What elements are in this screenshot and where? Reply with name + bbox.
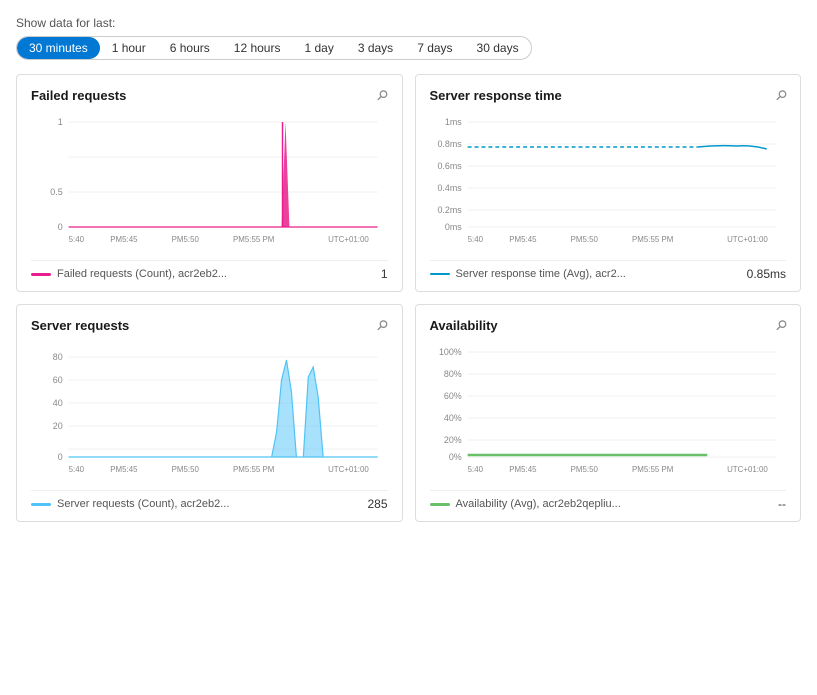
svg-text:5:40: 5:40	[69, 465, 85, 474]
server-requests-legend: Server requests (Count), acr2eb2... 285	[31, 490, 388, 511]
time-btn-30min[interactable]: 30 minutes	[17, 37, 100, 59]
svg-text:40: 40	[53, 398, 63, 408]
svg-text:80%: 80%	[443, 369, 461, 379]
svg-text:PM5:50: PM5:50	[172, 235, 200, 244]
server-response-time-legend-line	[430, 273, 450, 275]
svg-text:20%: 20%	[443, 435, 461, 445]
svg-text:0%: 0%	[448, 452, 461, 462]
svg-text:PM5:45: PM5:45	[509, 465, 537, 474]
charts-grid: Failed requests ⚲ 1 0.5 0 5:40	[16, 74, 801, 522]
failed-requests-title: Failed requests	[31, 88, 126, 103]
svg-text:5:40: 5:40	[69, 235, 85, 244]
svg-text:PM5:55 PM: PM5:55 PM	[632, 235, 673, 244]
svg-text:UTC+01:00: UTC+01:00	[328, 465, 369, 474]
time-btn-30days[interactable]: 30 days	[465, 37, 531, 59]
svg-text:UTC+01:00: UTC+01:00	[328, 235, 369, 244]
server-response-time-legend: Server response time (Avg), acr2... 0.85…	[430, 260, 787, 281]
svg-text:60%: 60%	[443, 391, 461, 401]
show-data-label: Show data for last:	[16, 16, 801, 30]
svg-text:1: 1	[58, 117, 63, 127]
time-btn-3days[interactable]: 3 days	[346, 37, 405, 59]
availability-header: Availability ⚲	[430, 317, 787, 334]
time-btn-1hour[interactable]: 1 hour	[100, 37, 158, 59]
failed-requests-chart: 1 0.5 0 5:40 PM5:45 PM5:50 PM5:55 PM UTC…	[31, 112, 388, 252]
server-requests-header: Server requests ⚲	[31, 317, 388, 334]
svg-text:UTC+01:00: UTC+01:00	[727, 235, 768, 244]
svg-text:UTC+01:00: UTC+01:00	[727, 465, 768, 474]
svg-text:0.6ms: 0.6ms	[437, 161, 462, 171]
svg-text:0.2ms: 0.2ms	[437, 205, 462, 215]
server-requests-legend-value: 285	[367, 497, 387, 511]
svg-text:1ms: 1ms	[444, 117, 461, 127]
svg-text:0: 0	[58, 222, 63, 232]
server-response-time-title: Server response time	[430, 88, 562, 103]
availability-card: Availability ⚲ 100% 80% 60% 40% 20% 0%	[415, 304, 802, 522]
svg-text:PM5:55 PM: PM5:55 PM	[233, 465, 274, 474]
server-response-time-legend-label: Server response time (Avg), acr2...	[456, 268, 626, 280]
svg-text:20: 20	[53, 421, 63, 431]
failed-requests-card: Failed requests ⚲ 1 0.5 0 5:40	[16, 74, 403, 292]
svg-text:80: 80	[53, 352, 63, 362]
availability-legend-label: Availability (Avg), acr2eb2qepliu...	[456, 498, 621, 510]
svg-text:0.5: 0.5	[50, 187, 62, 197]
availability-legend: Availability (Avg), acr2eb2qepliu... --	[430, 490, 787, 511]
svg-text:PM5:50: PM5:50	[570, 465, 598, 474]
svg-text:0ms: 0ms	[444, 222, 461, 232]
svg-text:PM5:45: PM5:45	[110, 235, 138, 244]
svg-text:60: 60	[53, 375, 63, 385]
server-requests-card: Server requests ⚲ 80 60 40 20 0	[16, 304, 403, 522]
svg-text:5:40: 5:40	[467, 465, 483, 474]
server-requests-legend-line	[31, 503, 51, 506]
server-requests-legend-left: Server requests (Count), acr2eb2...	[31, 498, 229, 510]
failed-requests-legend-label: Failed requests (Count), acr2eb2...	[57, 268, 227, 280]
svg-text:PM5:45: PM5:45	[509, 235, 537, 244]
svg-text:0.4ms: 0.4ms	[437, 183, 462, 193]
svg-text:40%: 40%	[443, 413, 461, 423]
server-requests-pin-icon[interactable]: ⚲	[373, 316, 392, 335]
svg-text:PM5:50: PM5:50	[570, 235, 598, 244]
failed-requests-legend-line	[31, 273, 51, 276]
server-response-time-pin-icon[interactable]: ⚲	[771, 86, 790, 105]
time-btn-6hours[interactable]: 6 hours	[158, 37, 222, 59]
failed-requests-header: Failed requests ⚲	[31, 87, 388, 104]
server-requests-chart: 80 60 40 20 0 5:40 PM5:45 PM5:50 PM5:55 …	[31, 342, 388, 482]
availability-legend-line	[430, 503, 450, 506]
time-btn-1day[interactable]: 1 day	[292, 37, 345, 59]
time-btn-12hours[interactable]: 12 hours	[222, 37, 293, 59]
failed-requests-legend-left: Failed requests (Count), acr2eb2...	[31, 268, 227, 280]
svg-text:0: 0	[58, 452, 63, 462]
server-response-time-legend-left: Server response time (Avg), acr2...	[430, 268, 626, 280]
availability-legend-value: --	[778, 497, 786, 511]
svg-text:0.8ms: 0.8ms	[437, 139, 462, 149]
server-response-time-legend-value: 0.85ms	[747, 267, 786, 281]
svg-text:PM5:55 PM: PM5:55 PM	[632, 465, 673, 474]
server-response-time-header: Server response time ⚲	[430, 87, 787, 104]
svg-text:PM5:50: PM5:50	[172, 465, 200, 474]
server-response-time-chart: 1ms 0.8ms 0.6ms 0.4ms 0.2ms 0ms 5:40 PM5…	[430, 112, 787, 252]
time-btn-7days[interactable]: 7 days	[405, 37, 464, 59]
svg-text:5:40: 5:40	[467, 235, 483, 244]
server-requests-legend-label: Server requests (Count), acr2eb2...	[57, 498, 229, 510]
svg-text:PM5:55 PM: PM5:55 PM	[233, 235, 274, 244]
availability-chart: 100% 80% 60% 40% 20% 0% 5:40 PM5:45 PM5:…	[430, 342, 787, 482]
time-selector: 30 minutes 1 hour 6 hours 12 hours 1 day…	[16, 36, 532, 60]
server-requests-title: Server requests	[31, 318, 129, 333]
failed-requests-legend-value: 1	[381, 267, 388, 281]
availability-legend-left: Availability (Avg), acr2eb2qepliu...	[430, 498, 621, 510]
server-response-time-card: Server response time ⚲ 1ms 0.8ms 0.6ms 0…	[415, 74, 802, 292]
availability-title: Availability	[430, 318, 498, 333]
availability-pin-icon[interactable]: ⚲	[771, 316, 790, 335]
svg-text:100%: 100%	[438, 347, 461, 357]
failed-requests-legend: Failed requests (Count), acr2eb2... 1	[31, 260, 388, 281]
failed-requests-pin-icon[interactable]: ⚲	[373, 86, 392, 105]
svg-text:PM5:45: PM5:45	[110, 465, 138, 474]
